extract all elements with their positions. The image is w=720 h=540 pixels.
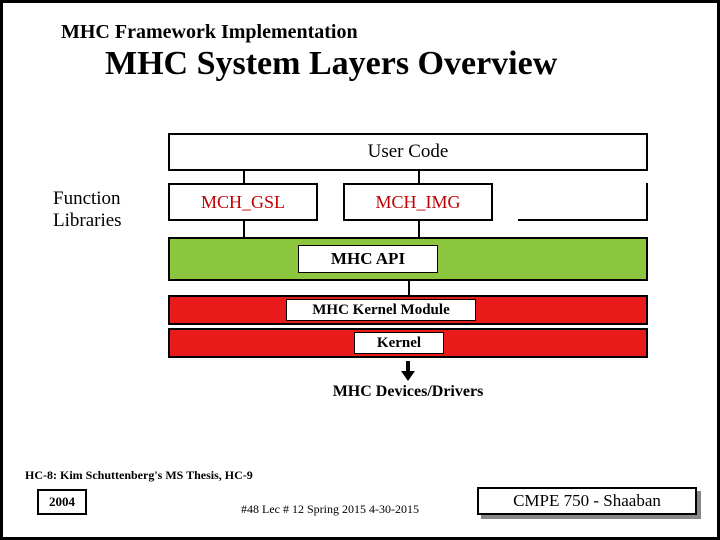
footer-lecture-info: #48 Lec # 12 Spring 2015 4-30-2015 xyxy=(241,502,419,517)
slide: MHC Framework Implementation MHC System … xyxy=(0,0,720,540)
lib-mch-gsl: MCH_GSL xyxy=(168,183,318,221)
course-badge: CMPE 750 - Shaaban xyxy=(477,487,701,519)
connector-line xyxy=(408,281,410,295)
connector-line xyxy=(243,221,245,237)
user-code-box: User Code xyxy=(168,133,648,171)
footer-year-badge: 2004 xyxy=(37,489,87,515)
footer-reference: HC-8: Kim Schuttenberg's MS Thesis, HC-9 xyxy=(25,468,253,483)
function-libraries-label: Function Libraries xyxy=(53,188,153,232)
kernel-box: Kernel xyxy=(168,328,648,358)
connector-line xyxy=(243,171,245,183)
devices-label: MHC Devices/Drivers xyxy=(168,383,648,401)
kernel-module-label: MHC Kernel Module xyxy=(286,299,476,321)
connector-line xyxy=(418,221,420,237)
kernel-module-box: MHC Kernel Module xyxy=(168,295,648,325)
page-title: MHC System Layers Overview xyxy=(105,45,557,83)
lib-extra-box xyxy=(518,183,648,221)
libraries-row: MCH_GSL MCH_IMG xyxy=(168,183,648,221)
course-badge-label: CMPE 750 - Shaaban xyxy=(477,487,697,515)
layer-diagram: Function Libraries User Code MCH_GSL MCH… xyxy=(53,133,673,413)
mhc-api-box: MHC API xyxy=(168,237,648,281)
connector-line xyxy=(418,171,420,183)
kernel-label: Kernel xyxy=(354,332,444,354)
subtitle: MHC Framework Implementation xyxy=(61,21,358,44)
mhc-api-label: MHC API xyxy=(298,245,438,273)
lib-mch-img: MCH_IMG xyxy=(343,183,493,221)
